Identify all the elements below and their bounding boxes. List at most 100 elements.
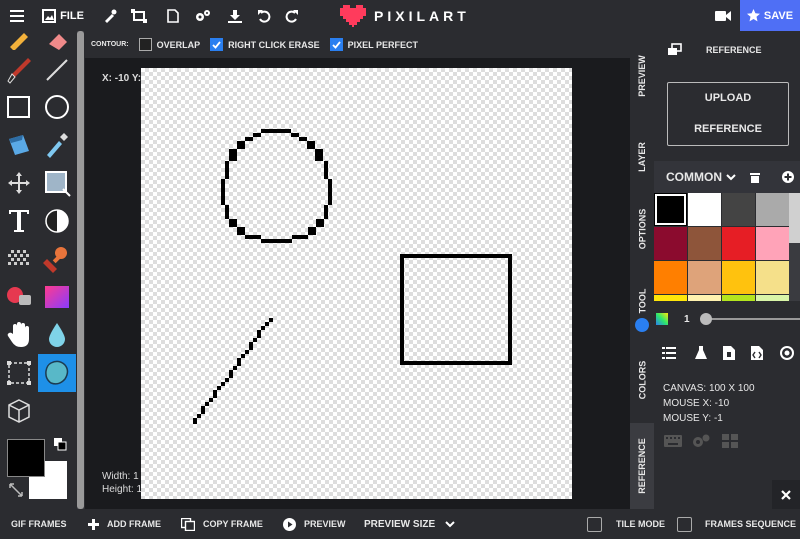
gif-frames-button[interactable]: GIF FRAMES: [11, 509, 67, 539]
trash-icon[interactable]: [750, 172, 760, 183]
pixel-perfect-checkbox[interactable]: [329, 38, 343, 51]
brush-size-slider-handle[interactable]: [700, 313, 712, 325]
dashed-selection-icon: [7, 361, 31, 385]
keyboard-icon[interactable]: [664, 435, 682, 447]
dither-tool[interactable]: [0, 240, 38, 278]
gradient-icon: [45, 286, 69, 308]
list-icon[interactable]: [662, 347, 676, 359]
fill-bucket-tool[interactable]: [0, 126, 38, 164]
tool-sidebar-scrollbar[interactable]: [77, 31, 84, 509]
drawing-canvas[interactable]: [141, 68, 572, 499]
brand-logo[interactable]: PIXILART: [340, 0, 470, 31]
palette-swatch[interactable]: [688, 295, 721, 301]
palette-swatch[interactable]: [722, 227, 755, 260]
palette-swatch[interactable]: [756, 261, 789, 294]
palette-swatch[interactable]: [756, 227, 789, 260]
rectangle-tool[interactable]: [0, 88, 38, 126]
save-label: SAVE: [763, 9, 794, 22]
marquee-select-tool[interactable]: [0, 354, 38, 392]
brush-tool[interactable]: [0, 51, 38, 89]
tab-options-label: OPTIONS: [637, 208, 648, 250]
paint-brush-icon: [7, 58, 31, 84]
plus-icon: [88, 518, 99, 530]
resize-canvas-icon[interactable]: [128, 0, 150, 31]
pan-tool[interactable]: [0, 316, 38, 354]
palette-swatch[interactable]: [722, 261, 755, 294]
tab-layer-label: LAYER: [637, 142, 647, 172]
circle-tool[interactable]: [38, 88, 76, 126]
scrollbar-thumb[interactable]: [77, 31, 84, 509]
blur-tool[interactable]: [38, 316, 76, 354]
palette-swatch[interactable]: [688, 261, 721, 294]
palette-swatch[interactable]: [722, 193, 755, 226]
tab-reference[interactable]: REFERENCE: [630, 423, 654, 509]
tab-options[interactable]: OPTIONS: [630, 193, 654, 265]
palette-swatch[interactable]: [756, 295, 789, 301]
copy-frame-button[interactable]: COPY FRAME: [181, 509, 263, 539]
download-icon[interactable]: [224, 0, 246, 31]
color-spectrum-icon[interactable]: [656, 313, 668, 325]
palette-scrollbar[interactable]: [789, 193, 800, 301]
color-replace-tool[interactable]: [0, 278, 38, 316]
palette-scrollbar-thumb[interactable]: [789, 193, 800, 243]
frames-sequence-toggle[interactable]: FRAMES SEQUENCE: [677, 509, 796, 539]
canvas-dimensions-readout: Width: 1 Height: 1: [102, 470, 142, 496]
export-file-icon[interactable]: [723, 346, 735, 360]
add-color-icon[interactable]: [782, 171, 794, 183]
chevron-down-icon[interactable]: [726, 173, 736, 181]
gradient-tool[interactable]: [38, 278, 76, 316]
close-panel-button[interactable]: [772, 480, 800, 509]
redo-icon[interactable]: [282, 0, 302, 31]
settings-gears-icon[interactable]: [192, 0, 214, 31]
select-tool[interactable]: [38, 164, 76, 202]
tab-colors[interactable]: COLORS: [630, 337, 654, 423]
stamp-tool[interactable]: [38, 240, 76, 278]
preview-size-label: PREVIEW SIZE: [364, 518, 436, 530]
tab-preview[interactable]: PREVIEW: [630, 31, 654, 121]
palette-swatch[interactable]: [722, 295, 755, 301]
gears-icon[interactable]: [692, 434, 710, 448]
tab-layer[interactable]: LAYER: [630, 121, 654, 193]
palette-swatch[interactable]: [688, 227, 721, 260]
lasso-tool-active[interactable]: [38, 354, 76, 392]
palette-swatch[interactable]: [654, 227, 687, 260]
tile-mode-toggle[interactable]: TILE MODE: [587, 509, 665, 539]
panel-action-icons: [654, 341, 800, 365]
line-tool[interactable]: [38, 51, 76, 89]
lighten-darken-tool[interactable]: [38, 202, 76, 240]
brush-size-slider[interactable]: [706, 318, 800, 320]
overlap-checkbox[interactable]: [138, 38, 152, 51]
save-button[interactable]: SAVE: [740, 0, 800, 31]
code-file-icon[interactable]: [751, 346, 763, 360]
palette-swatch[interactable]: [654, 261, 687, 294]
brand-name: PIXILART: [374, 7, 470, 24]
frames-sequence-checkbox[interactable]: [677, 516, 692, 532]
flask-icon[interactable]: [695, 346, 707, 360]
add-frame-button[interactable]: ADD FRAME: [88, 509, 161, 539]
eyedropper-icon[interactable]: [100, 0, 120, 31]
tile-mode-checkbox[interactable]: [587, 516, 602, 532]
right-click-erase-checkbox[interactable]: [210, 38, 224, 51]
preview-button[interactable]: PREVIEW: [283, 509, 346, 539]
video-camera-icon[interactable]: [712, 0, 734, 31]
upload-reference-button[interactable]: UPLOAD REFERENCE: [667, 82, 789, 146]
checkmark-icon: [212, 40, 221, 49]
grid-layout-icon[interactable]: [722, 434, 738, 448]
preview-size-dropdown[interactable]: PREVIEW SIZE: [364, 509, 455, 539]
palette-swatch[interactable]: [756, 193, 789, 226]
expand-colors-icon[interactable]: [9, 483, 23, 502]
new-file-icon[interactable]: [163, 0, 183, 31]
undo-icon[interactable]: [254, 0, 274, 31]
palette-swatch[interactable]: [654, 193, 687, 226]
swap-colors-icon[interactable]: [53, 437, 67, 456]
move-tool[interactable]: [0, 164, 38, 202]
palette-name[interactable]: COMMON: [666, 170, 722, 184]
palette-swatch[interactable]: [688, 193, 721, 226]
text-tool[interactable]: [0, 202, 38, 240]
selection-square-icon: [45, 171, 71, 197]
width-readout: Width: 1: [102, 471, 139, 482]
palette-swatch[interactable]: [654, 295, 687, 301]
3d-tool[interactable]: [0, 392, 38, 430]
color-picker-tool[interactable]: [38, 126, 76, 164]
target-icon[interactable]: [780, 346, 794, 360]
